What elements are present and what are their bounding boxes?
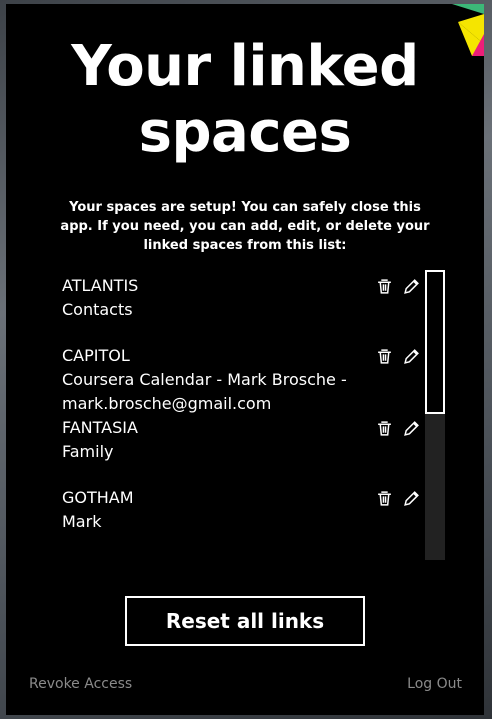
space-name: CAPITOL — [62, 346, 130, 365]
list-item: FANTASIA Family — [62, 416, 424, 464]
revoke-access-link[interactable]: Revoke Access — [29, 676, 132, 692]
list-item: CAPITOL Coursera Calendar - Mark Brosche… — [62, 344, 424, 416]
scrollbar-thumb[interactable] — [425, 270, 445, 414]
space-description: Mark — [62, 512, 102, 531]
page-title: Your linked spaces — [6, 34, 484, 166]
trash-icon[interactable] — [376, 278, 393, 295]
list-scrollbar[interactable] — [425, 270, 445, 560]
trash-icon[interactable] — [376, 420, 393, 437]
space-description: Contacts — [62, 300, 133, 319]
pencil-icon[interactable] — [403, 278, 420, 295]
log-out-link[interactable]: Log Out — [407, 676, 462, 692]
list-item: ATLANTIS Contacts — [62, 274, 424, 322]
title-line-1: Your linked — [71, 34, 419, 99]
space-actions — [376, 348, 420, 365]
space-name: ATLANTIS — [62, 276, 139, 295]
space-description: Family — [62, 442, 114, 461]
space-actions — [376, 420, 420, 437]
linked-spaces-panel: Your linked spaces Your spaces are setup… — [6, 4, 484, 715]
list-item: GOTHAM Mark — [62, 486, 424, 534]
pencil-icon[interactable] — [403, 490, 420, 507]
pencil-icon[interactable] — [403, 348, 420, 365]
space-actions — [376, 278, 420, 295]
title-line-2: spaces — [138, 100, 352, 165]
page-subtitle: Your spaces are setup! You can safely cl… — [60, 200, 430, 253]
space-name: FANTASIA — [62, 418, 138, 437]
trash-icon[interactable] — [376, 490, 393, 507]
reset-all-links-button[interactable]: Reset all links — [125, 596, 365, 646]
space-actions — [376, 490, 420, 507]
spaces-list: ATLANTIS Contacts CAPITOL Coursera Calen… — [62, 274, 424, 560]
space-description: Coursera Calendar - Mark Brosche - mark.… — [62, 370, 347, 413]
space-name: GOTHAM — [62, 488, 134, 507]
pencil-icon[interactable] — [403, 420, 420, 437]
trash-icon[interactable] — [376, 348, 393, 365]
